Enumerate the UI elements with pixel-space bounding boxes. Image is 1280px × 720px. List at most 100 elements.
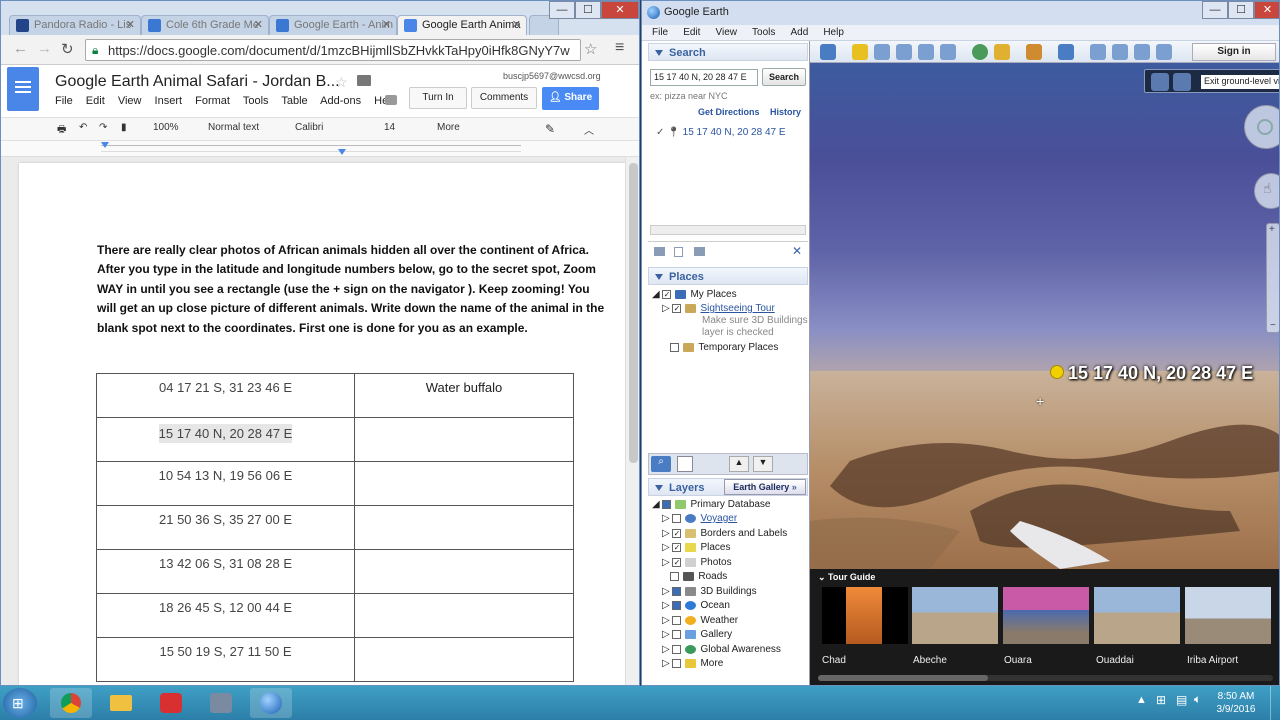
maps-icon[interactable] <box>1156 44 1172 60</box>
animal-cell[interactable]: Water buffalo <box>354 373 574 418</box>
history-link[interactable]: History <box>770 107 801 117</box>
zoom-out-icon[interactable]: − <box>1270 320 1276 331</box>
look-navigator[interactable] <box>1244 105 1279 149</box>
url-input[interactable]: 🔒︎ https://docs.google.com/document/d/1m… <box>85 39 581 61</box>
menu-file[interactable]: File <box>55 95 73 107</box>
zoom-slider[interactable]: + − <box>1266 223 1279 333</box>
network-icon[interactable]: ▤ <box>1176 693 1187 707</box>
redo-icon[interactable]: ↷ <box>99 122 107 133</box>
star-icon[interactable]: ☆ <box>584 40 597 58</box>
get-directions-link[interactable]: Get Directions <box>698 107 760 117</box>
ge-menu-edit[interactable]: Edit <box>683 27 700 38</box>
star-icon[interactable]: ☆ <box>335 74 348 91</box>
search-hscrollbar[interactable] <box>650 225 806 235</box>
close-icon[interactable]: ✕ <box>254 18 263 31</box>
layer-item[interactable]: ▷ More <box>662 658 723 669</box>
volume-icon[interactable]: 🔈︎ <box>1194 692 1201 707</box>
clock[interactable]: 8:50 AM 3/9/2016 <box>1212 690 1260 716</box>
tab-marker[interactable] <box>338 149 346 155</box>
sign-in-button[interactable]: Sign in <box>1192 43 1276 61</box>
menu-icon[interactable]: ≡ <box>615 39 624 57</box>
doc-title[interactable]: Google Earth Animal Safari - Jordan B... <box>55 73 340 91</box>
cube-icon[interactable] <box>1173 73 1191 91</box>
layer-item[interactable]: ◢ Primary Database <box>652 499 771 510</box>
font-size-select[interactable]: 14 <box>384 122 395 133</box>
zoom-select[interactable]: 100% <box>153 122 179 133</box>
menu-edit[interactable]: Edit <box>86 95 105 107</box>
start-button[interactable]: ⊞ <box>3 688 37 718</box>
ge-menu-file[interactable]: File <box>652 27 668 38</box>
minimize-button[interactable]: — <box>549 1 575 19</box>
layer-item[interactable]: ▷ Global Awareness <box>662 644 781 655</box>
layer-item[interactable]: ▷ Gallery <box>662 629 732 640</box>
turn-in-button[interactable]: Turn In <box>409 87 467 109</box>
paint-format-icon[interactable]: ▮ <box>121 122 127 133</box>
ge-menu-add[interactable]: Add <box>790 27 808 38</box>
animal-cell[interactable] <box>354 505 574 550</box>
search-icon[interactable]: ⌕ <box>651 456 671 472</box>
layer-item[interactable]: ▷ Voyager <box>662 513 737 524</box>
coord-cell[interactable]: 13 42 06 S, 31 08 28 E <box>96 549 355 594</box>
close-icon[interactable]: ✕ <box>512 18 521 31</box>
tool-taskbar-button[interactable] <box>200 688 242 718</box>
tour-guide-title[interactable]: ⌄ Tour Guide <box>818 572 875 583</box>
windows-tray-icon[interactable]: ⊞ <box>1156 693 1166 707</box>
close-icon[interactable]: ✕ <box>792 244 802 258</box>
back-icon[interactable]: ← <box>13 40 28 57</box>
docs-logo-icon[interactable] <box>7 67 39 111</box>
historical-imagery-icon[interactable] <box>972 44 988 60</box>
sightseeing-item[interactable]: ▷ ✓ Sightseeing Tour <box>662 303 775 314</box>
reload-icon[interactable]: ↻ <box>61 40 74 58</box>
app-taskbar-button[interactable] <box>150 688 192 718</box>
animal-cell[interactable] <box>354 417 574 462</box>
earth-taskbar-button[interactable] <box>250 688 292 718</box>
polygon-icon[interactable] <box>874 44 890 60</box>
close-icon[interactable]: ✕ <box>126 18 135 31</box>
image-overlay-icon[interactable] <box>918 44 934 60</box>
coord-cell[interactable]: 10 54 13 N, 19 56 06 E <box>96 461 355 506</box>
places-panel-header[interactable]: Places <box>648 267 808 285</box>
pencil-icon[interactable]: ✎ <box>545 122 555 136</box>
comment-icon[interactable] <box>385 95 397 105</box>
tour-thumb-ouara[interactable] <box>1003 587 1089 644</box>
sun-icon[interactable] <box>994 44 1010 60</box>
email-icon[interactable] <box>1090 44 1106 60</box>
tour-thumb-chad[interactable] <box>822 587 908 644</box>
ge-menu-view[interactable]: View <box>715 27 737 38</box>
menu-addons[interactable]: Add-ons <box>320 95 361 107</box>
animal-cell[interactable] <box>354 549 574 594</box>
show-desktop-button[interactable] <box>1270 686 1280 720</box>
move-down-icon[interactable]: ▼ <box>753 456 773 472</box>
menu-table[interactable]: Table <box>281 95 307 107</box>
folder-icon[interactable] <box>654 247 665 256</box>
coord-cell[interactable]: 18 26 45 S, 12 00 44 E <box>96 593 355 638</box>
layer-item[interactable]: ▷ Ocean <box>662 600 730 611</box>
menu-tools[interactable]: Tools <box>243 95 269 107</box>
ge-menu-help[interactable]: Help <box>823 27 844 38</box>
chrome-taskbar-button[interactable] <box>50 688 92 718</box>
close-icon[interactable]: ✕ <box>382 18 391 31</box>
ruler-icon[interactable] <box>1058 44 1074 60</box>
temporary-places-item[interactable]: Temporary Places <box>662 342 778 353</box>
layer-item[interactable]: Roads <box>662 571 727 582</box>
close-window-button[interactable]: ✕ <box>601 1 639 19</box>
menu-view[interactable]: View <box>118 95 142 107</box>
coord-cell[interactable]: 15 17 40 N, 20 28 47 E <box>96 417 355 462</box>
doc-page[interactable]: There are really clear photos of African… <box>19 163 625 685</box>
search-input[interactable]: 15 17 40 N, 20 28 47 E <box>650 69 758 86</box>
animal-cell[interactable] <box>354 593 574 638</box>
more-button[interactable]: More <box>437 122 460 133</box>
save-image-icon[interactable] <box>1134 44 1150 60</box>
font-select[interactable]: Calibri <box>295 122 323 133</box>
tour-scrollbar[interactable] <box>818 675 1273 681</box>
print-icon[interactable] <box>1112 44 1128 60</box>
panel-toggle-icon[interactable] <box>677 456 693 472</box>
tray-arrow-icon[interactable]: ▲ <box>1136 694 1147 706</box>
move-navigator[interactable]: ☝︎ <box>1254 173 1279 209</box>
coord-cell[interactable]: 21 50 36 S, 35 27 00 E <box>96 505 355 550</box>
search-button[interactable]: Search <box>762 68 806 86</box>
forward-icon[interactable]: → <box>37 40 52 57</box>
search-panel-header[interactable]: Search <box>648 43 808 61</box>
maximize-button[interactable]: ☐ <box>575 1 601 19</box>
comments-button[interactable]: Comments <box>471 87 537 109</box>
